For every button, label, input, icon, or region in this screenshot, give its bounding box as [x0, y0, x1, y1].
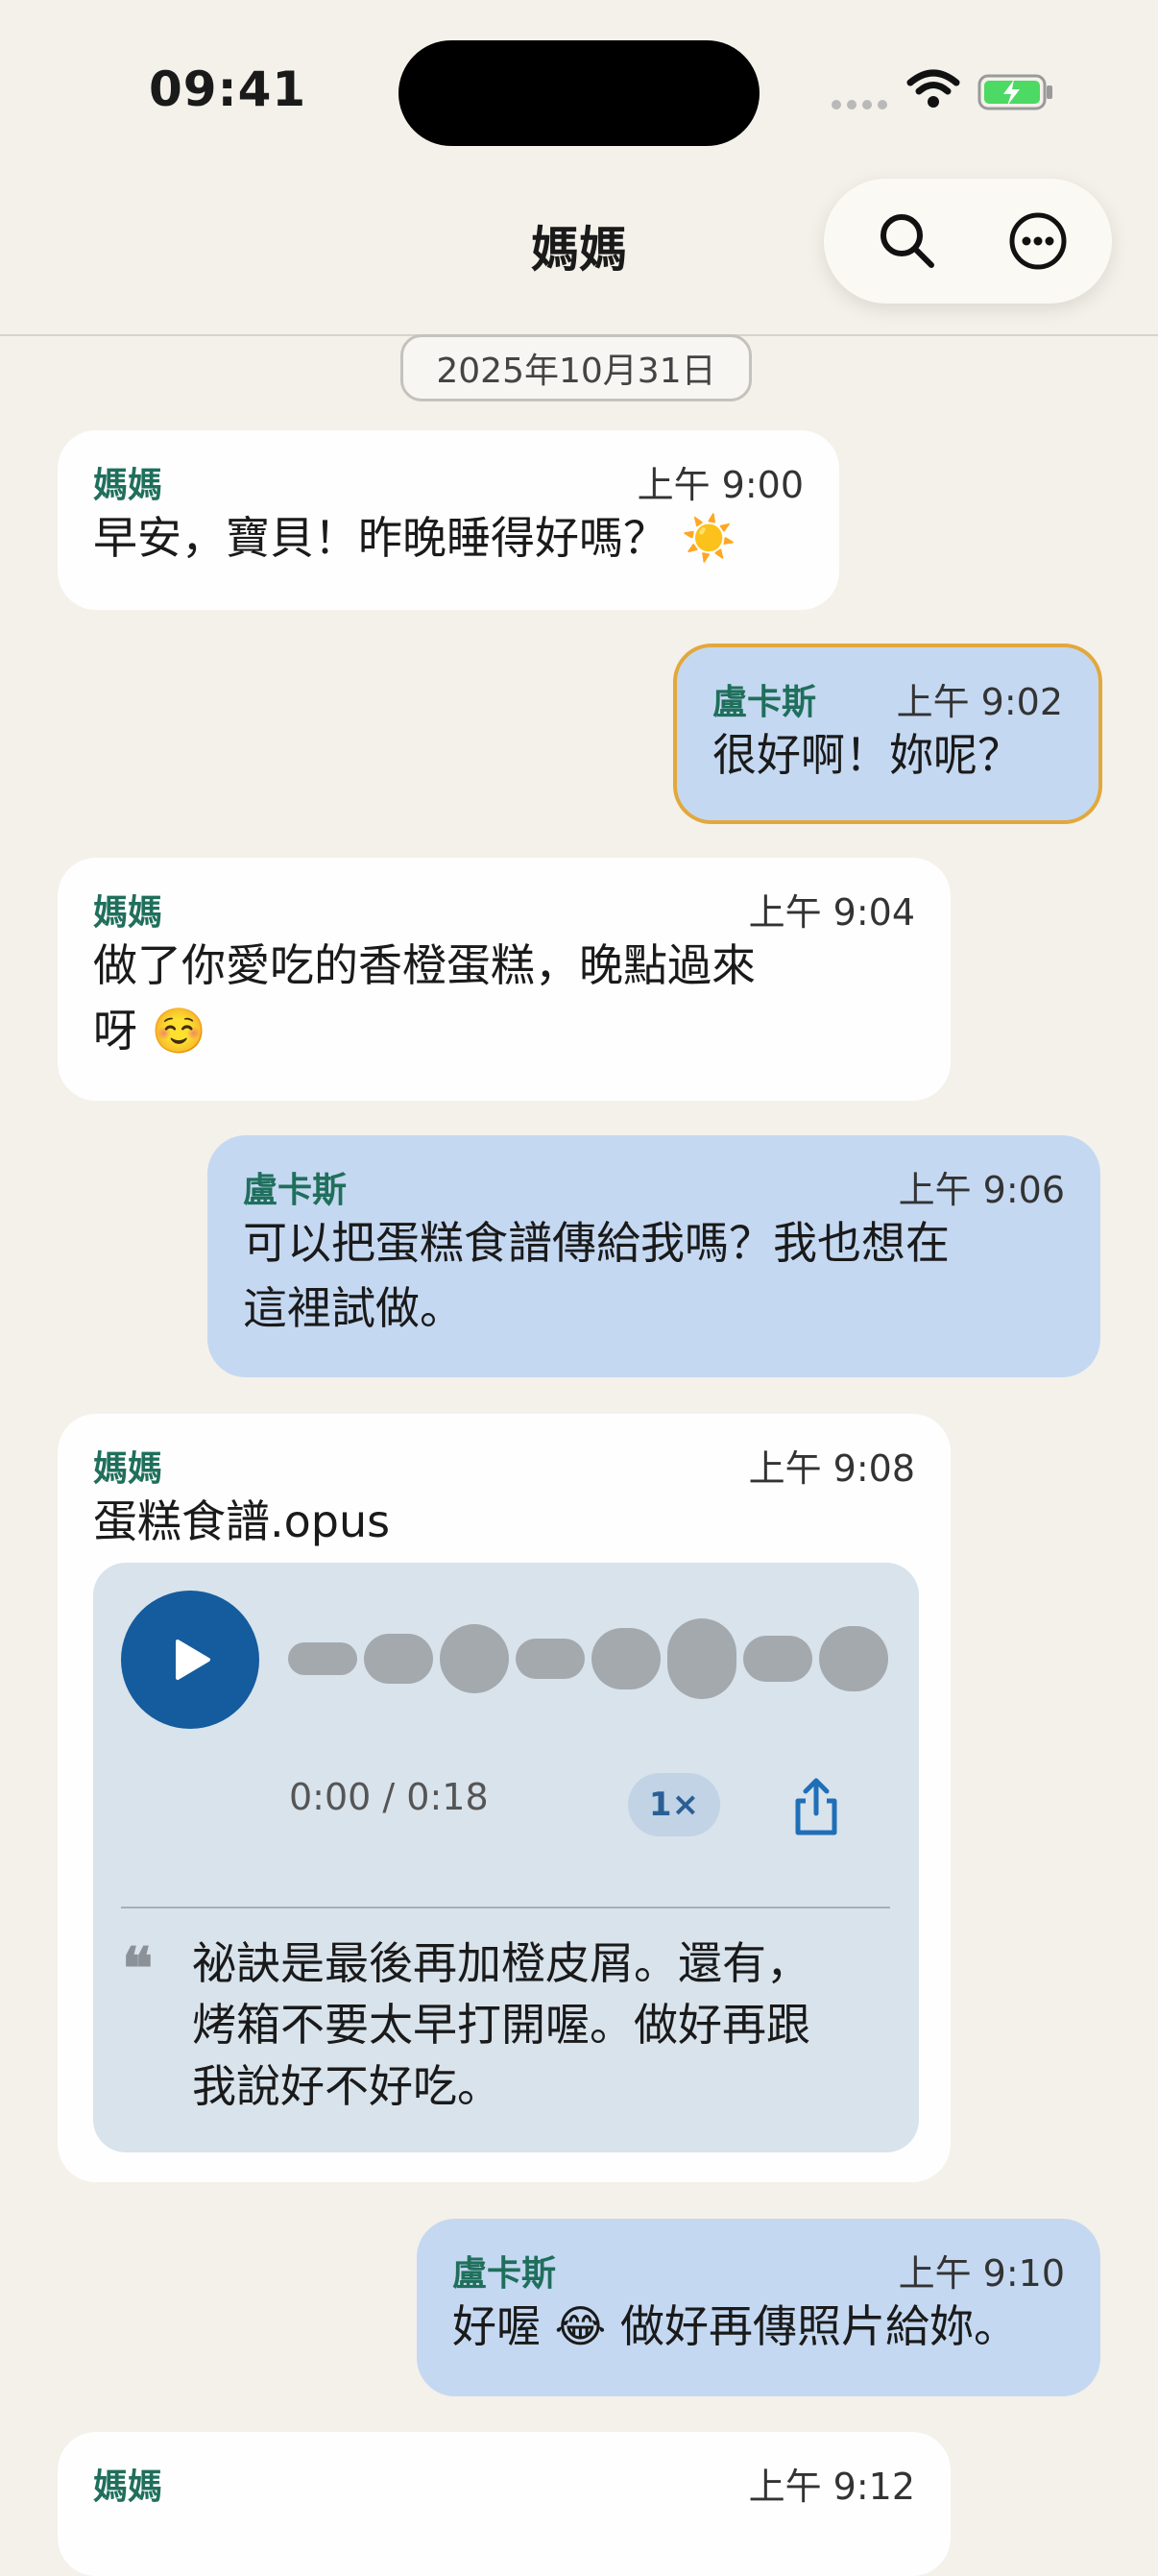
message-time: 上午 9:06	[898, 1169, 1065, 1211]
message-bubble-outgoing[interactable]: 盧卡斯 上午 9:06 可以把蛋糕食譜傳給我嗎？我也想在 這裡試做。	[207, 1135, 1100, 1377]
message-sender: 盧卡斯	[243, 1171, 348, 1210]
message-text-line: 可以把蛋糕食譜傳給我嗎？我也想在	[243, 1217, 950, 1269]
playback-speed-button[interactable]: 1×	[628, 1773, 720, 1836]
share-icon[interactable]	[783, 1773, 850, 1840]
battery-charging-icon	[977, 74, 1052, 110]
message-sender: 盧卡斯	[452, 2254, 557, 2294]
message-time: 上午 9:02	[896, 681, 1063, 723]
cellular-signal-icon	[832, 100, 887, 109]
message-bubble-incoming[interactable]: 媽媽 上午 9:00 早安，寶貝！昨晚睡得好嗎？ ☀️	[58, 430, 839, 610]
message-time: 上午 9:12	[748, 2466, 915, 2508]
message-bubble-incoming[interactable]: 媽媽 上午 9:04 做了你愛吃的香橙蛋糕，晚點過來 呀 ☺️	[58, 858, 951, 1101]
message-time: 上午 9:10	[898, 2252, 1065, 2295]
play-button[interactable]	[121, 1591, 259, 1729]
transcript-line: 我說好不好吃。	[192, 2060, 501, 2112]
message-bubble-outgoing[interactable]: 盧卡斯 上午 9:10 好喔 😂 做好再傳照片給妳。	[417, 2219, 1100, 2396]
message-time: 上午 9:00	[637, 464, 804, 506]
transcript-line: 祕訣是最後再加橙皮屑。還有，	[192, 1937, 810, 1989]
voice-message-bubble[interactable]: 媽媽 上午 9:08 蛋糕食譜.opus 0:00 / 0:18 1× ❝ 祕訣…	[58, 1414, 951, 2182]
message-text-line: 做了你愛吃的香橙蛋糕，晚點過來	[93, 939, 756, 991]
search-button[interactable]	[871, 205, 944, 278]
voice-divider	[121, 1907, 890, 1908]
message-sender: 盧卡斯	[712, 683, 817, 722]
message-bubble-incoming[interactable]: 媽媽 上午 9:12	[58, 2432, 951, 2576]
wifi-icon	[906, 69, 960, 108]
message-text: 好喔 😂 做好再傳照片給妳。	[452, 2300, 1018, 2352]
message-text: 做了你愛吃的香橙蛋糕，晚點過來 呀 ☺️	[93, 933, 756, 1063]
message-bubble-outgoing-selected[interactable]: 盧卡斯 上午 9:02 很好啊！妳呢？	[673, 644, 1102, 824]
message-text: 早安，寶貝！昨晚睡得好嗎？ ☀️	[93, 512, 736, 564]
status-time: 09:41	[149, 61, 307, 117]
more-icon	[1009, 212, 1067, 270]
more-button[interactable]	[1001, 205, 1074, 278]
message-sender: 媽媽	[93, 2467, 163, 2507]
quote-icon: ❝	[122, 1935, 154, 2003]
play-icon	[176, 1640, 210, 1680]
search-icon	[881, 214, 934, 268]
message-sender: 媽媽	[93, 1449, 163, 1489]
dynamic-island	[398, 40, 760, 146]
voice-player: 0:00 / 0:18 1× ❝ 祕訣是最後再加橙皮屑。還有， 烤箱不要太早打開…	[93, 1563, 919, 2152]
voice-file-name: 蛋糕食譜.opus	[93, 1495, 391, 1547]
message-sender: 媽媽	[93, 466, 163, 505]
message-time: 上午 9:08	[748, 1447, 915, 1490]
date-chip: 2025年10月31日	[400, 334, 752, 401]
header-actions	[824, 179, 1112, 304]
voice-transcript: 祕訣是最後再加橙皮屑。還有， 烤箱不要太早打開喔。做好再跟 我說好不好吃。	[192, 1932, 810, 2117]
message-sender: 媽媽	[93, 893, 163, 933]
message-text: 可以把蛋糕食譜傳給我嗎？我也想在 這裡試做。	[243, 1210, 950, 1341]
voice-duration: 0:00 / 0:18	[289, 1776, 489, 1818]
transcript-line: 烤箱不要太早打開喔。做好再跟	[192, 1999, 810, 2051]
message-text-line: 這裡試做。	[243, 1282, 464, 1334]
message-text: 很好啊！妳呢？	[712, 729, 1022, 781]
message-time: 上午 9:04	[748, 891, 915, 934]
message-text-line: 呀 ☺️	[93, 1005, 206, 1057]
